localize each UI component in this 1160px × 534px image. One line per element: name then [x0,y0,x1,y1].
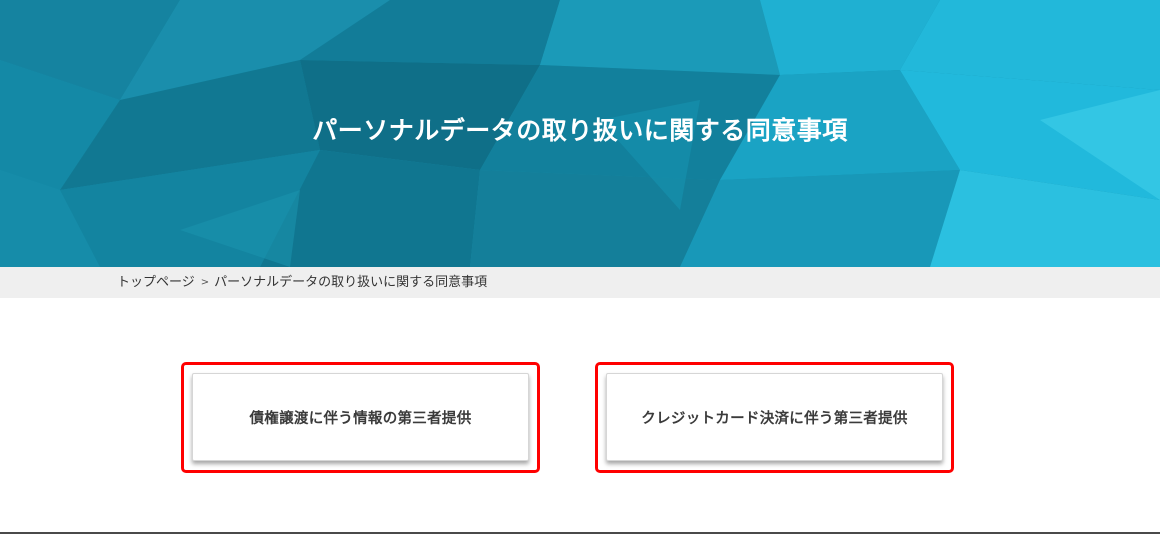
breadcrumb-bar: トップページ > パーソナルデータの取り扱いに関する同意事項 [0,267,1160,298]
debt-transfer-consent-button[interactable]: 債権譲渡に伴う情報の第三者提供 [192,373,529,461]
breadcrumb-current: パーソナルデータの取り扱いに関する同意事項 [214,275,488,290]
credit-card-consent-button[interactable]: クレジットカード決済に伴う第三者提供 [606,373,943,461]
highlight-frame-credit-card: クレジットカード決済に伴う第三者提供 [595,362,954,473]
page-title: パーソナルデータの取り扱いに関する同意事項 [312,116,848,145]
hero-banner: パーソナルデータの取り扱いに関する同意事項 [0,0,1160,267]
breadcrumb-separator: > [200,277,210,288]
credit-card-consent-label: クレジットカード決済に伴う第三者提供 [641,410,908,427]
breadcrumb-link-top[interactable]: トップページ [117,275,195,290]
breadcrumb: トップページ > パーソナルデータの取り扱いに関する同意事項 [117,273,487,292]
debt-transfer-consent-label: 債権譲渡に伴う情報の第三者提供 [249,410,472,427]
highlight-frame-debt-transfer: 債権譲渡に伴う情報の第三者提供 [181,362,540,473]
